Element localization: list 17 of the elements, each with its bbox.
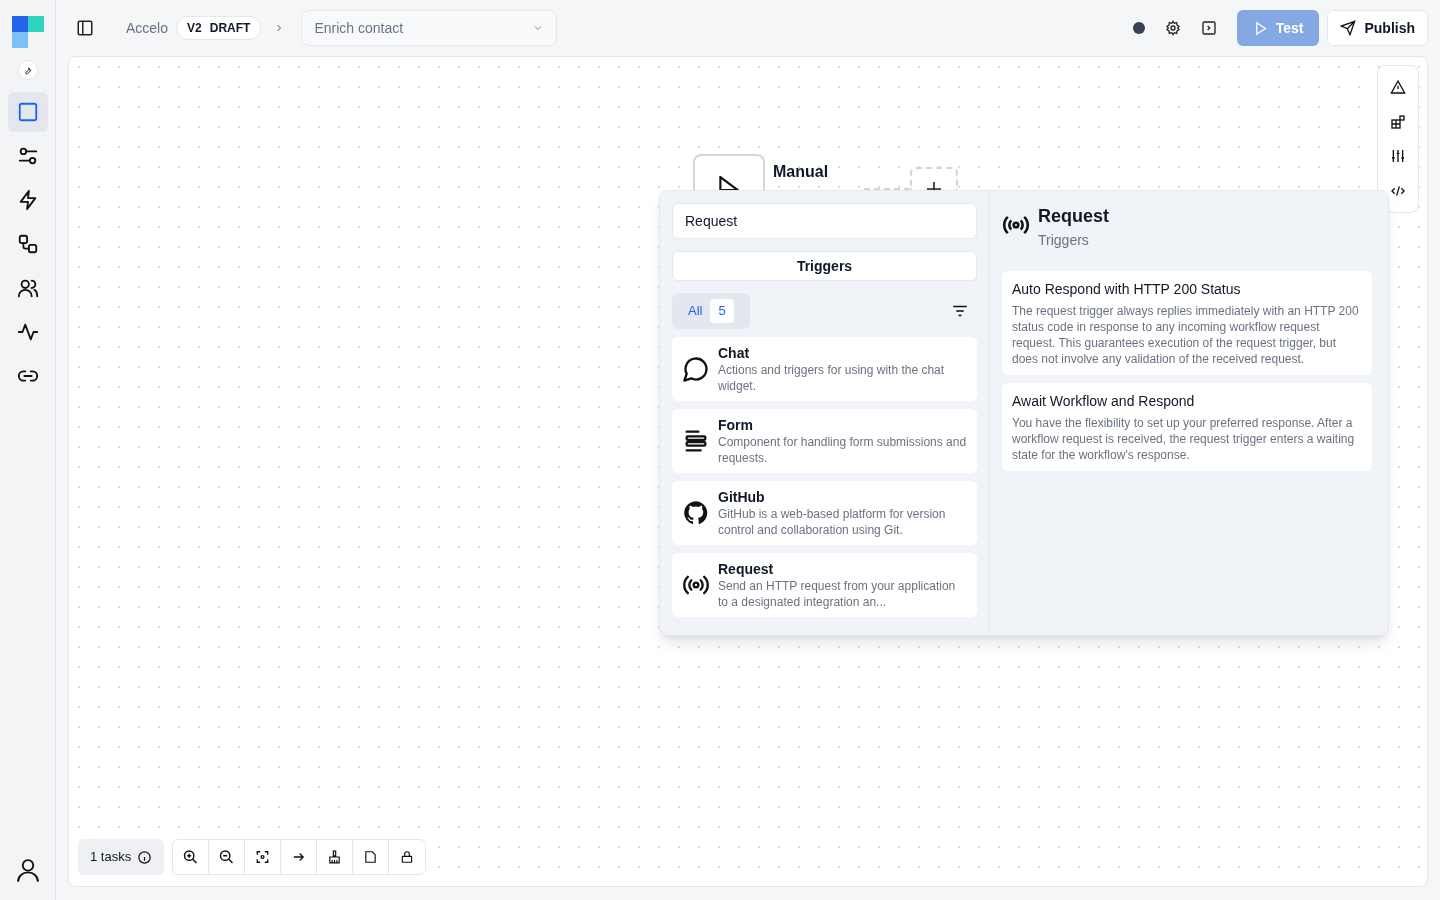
node-title: Manual bbox=[773, 162, 829, 182]
count-badge: 5 bbox=[710, 299, 734, 323]
item-title: Form bbox=[718, 416, 754, 434]
item-description: Send an HTTP request from your application to a designated integration an... bbox=[718, 578, 957, 610]
version-badge: V2 DRAFT bbox=[176, 16, 262, 40]
item-title: Chat bbox=[718, 344, 751, 362]
item-description: Component for handling form submissions and requests. bbox=[718, 434, 967, 466]
option-description: You have the flexibility to set up your preferred response. After a workflow request is received, the request trigger enters a waiting state for the workflow's response. bbox=[1012, 415, 1356, 463]
item-description: GitHub is a web-based platform for version control and collaboration using Git. bbox=[718, 506, 947, 538]
item-description: Actions and triggers for using with the chat widget. bbox=[718, 362, 946, 394]
option-title: Auto Respond with HTTP 200 Status bbox=[1012, 280, 1242, 299]
detail-title: Request bbox=[1038, 205, 1109, 228]
item-title: Request bbox=[718, 560, 775, 578]
option-description: The request trigger always replies immediately with an HTTP 200 status code in response to any incoming workflow request request. This guarantees execution of the request trigger, but does not involve any validation of the received request. bbox=[1012, 303, 1360, 367]
detail-subtitle: Triggers bbox=[1038, 231, 1090, 250]
option-title: Await Workflow and Respond bbox=[1012, 392, 1196, 411]
item-title: GitHub bbox=[718, 488, 766, 506]
